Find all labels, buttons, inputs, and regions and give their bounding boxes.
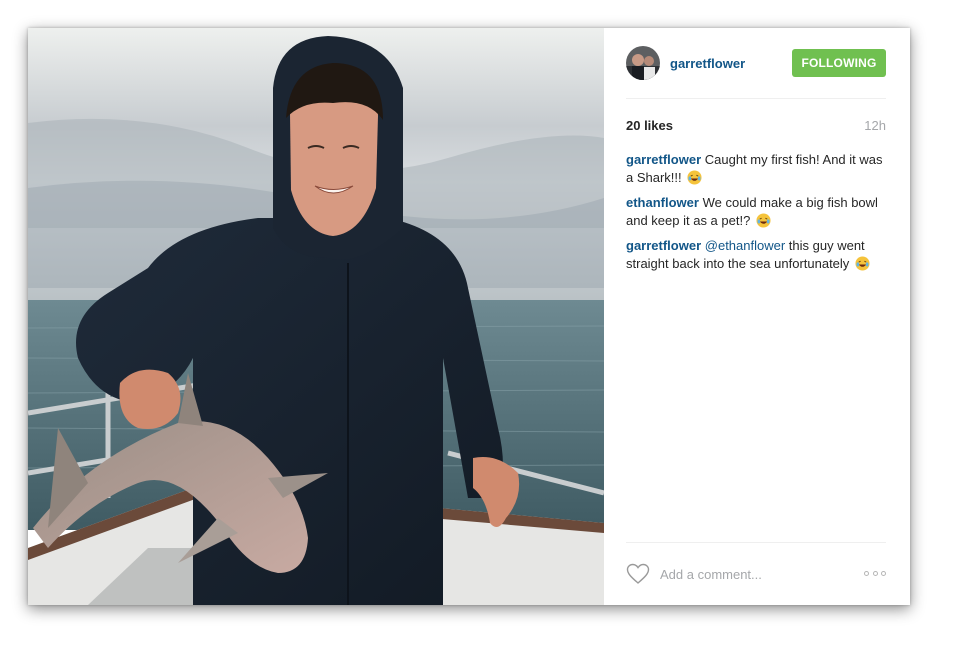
post-side-panel: garretflower FOLLOWING 20 likes 12h garr… — [604, 28, 910, 605]
post-header: garretflower FOLLOWING — [626, 28, 886, 99]
comment-item: garretflower @ethanflower this guy went … — [626, 237, 886, 273]
post-author-username[interactable]: garretflower — [670, 56, 792, 71]
comment-mention[interactable]: @ethanflower — [705, 238, 785, 253]
post-meta: 20 likes 12h — [626, 118, 886, 133]
more-dot — [872, 571, 878, 576]
post-card: garretflower FOLLOWING 20 likes 12h garr… — [28, 28, 910, 605]
more-dot — [864, 571, 869, 576]
comments-list: garretflower Caught my first fish! And i… — [626, 151, 886, 273]
comment-username[interactable]: garretflower — [626, 238, 701, 253]
heart-icon[interactable] — [626, 563, 650, 585]
following-button[interactable]: FOLLOWING — [792, 49, 886, 77]
post-photo-image — [28, 28, 604, 605]
post-photo[interactable] — [28, 28, 604, 605]
comment-username[interactable]: garretflower — [626, 152, 701, 167]
more-options-icon[interactable] — [864, 571, 886, 577]
crying-laughing-emoji-icon — [855, 256, 870, 271]
comment-item: garretflower Caught my first fish! And i… — [626, 151, 886, 187]
likes-count[interactable]: 20 likes — [626, 118, 673, 133]
add-comment-input[interactable] — [660, 566, 864, 582]
crying-laughing-emoji-icon — [756, 213, 771, 228]
post-timestamp[interactable]: 12h — [864, 118, 886, 133]
comment-item: ethanflower We could make a big fish bow… — [626, 194, 886, 230]
comment-username[interactable]: ethanflower — [626, 195, 699, 210]
avatar[interactable] — [626, 46, 660, 80]
comment-bar — [626, 542, 886, 605]
avatar-image — [626, 46, 660, 80]
more-dot — [881, 571, 886, 576]
crying-laughing-emoji-icon — [687, 170, 702, 185]
